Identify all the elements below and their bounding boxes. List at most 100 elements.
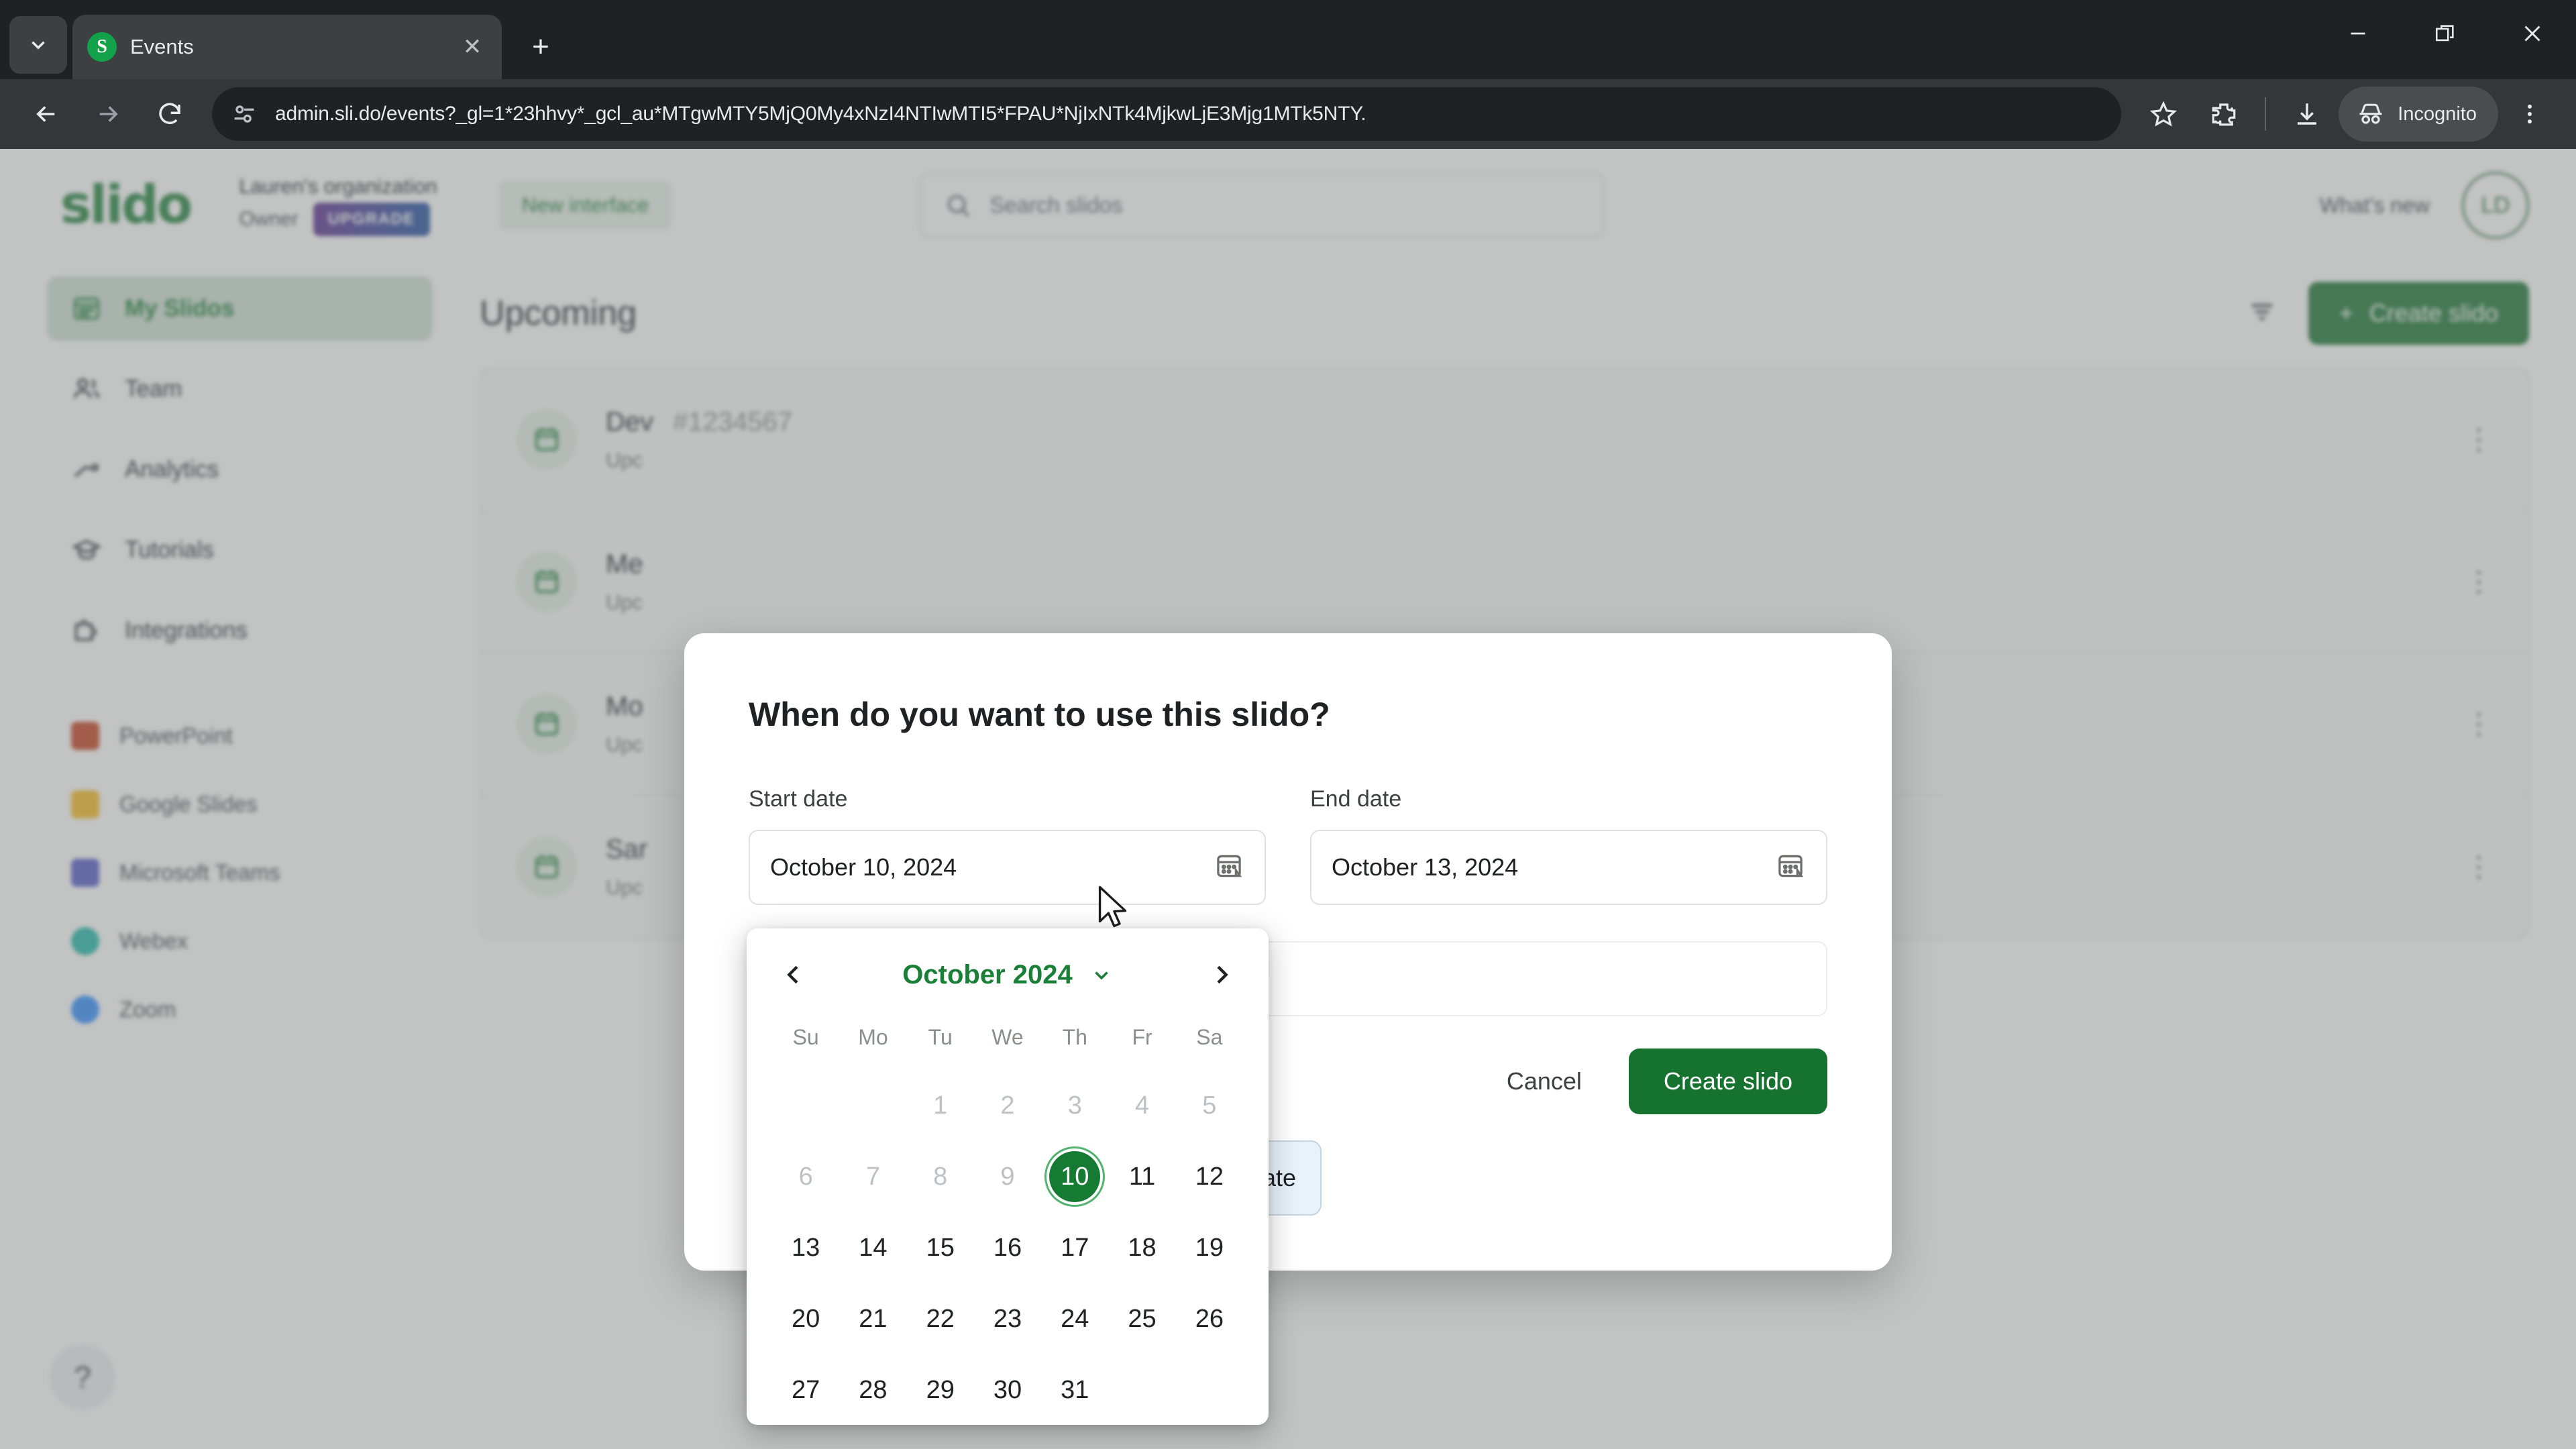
incognito-icon <box>2359 103 2382 124</box>
calendar-day-label: 2 <box>1000 1091 1015 1120</box>
tab-close-icon[interactable]: ✕ <box>458 34 487 60</box>
calendar-day-16[interactable]: 16 <box>974 1212 1041 1283</box>
calendar-day-empty <box>772 1070 839 1141</box>
incognito-indicator[interactable]: Incognito <box>2339 87 2498 142</box>
start-date-label: Start date <box>749 786 848 812</box>
mouse-cursor <box>1095 884 1132 934</box>
address-bar[interactable]: admin.sli.do/events?_gl=1*23hhvy*_gcl_au… <box>212 87 2122 141</box>
calendar-day-26[interactable]: 26 <box>1176 1283 1243 1354</box>
calendar-day-5: 5 <box>1176 1070 1243 1141</box>
toolbar-divider <box>2265 97 2267 131</box>
calendar-day-27[interactable]: 27 <box>772 1354 839 1426</box>
end-date-input[interactable]: October 13, 2024 <box>1310 830 1827 905</box>
window-controls <box>2314 0 2576 67</box>
start-date-value: October 10, 2024 <box>770 853 957 881</box>
site-settings-icon[interactable] <box>229 99 260 129</box>
calendar-day-28[interactable]: 28 <box>839 1354 906 1426</box>
calendar-day-25[interactable]: 25 <box>1108 1283 1175 1354</box>
tab-title: Events <box>130 35 194 58</box>
calendar-day-8: 8 <box>907 1141 974 1212</box>
back-arrow-icon <box>36 106 55 122</box>
download-icon <box>2298 103 2317 125</box>
page-content: slido Lauren's organization Owner UPGRAD… <box>0 149 2576 1449</box>
calendar-day-label: 13 <box>792 1233 820 1262</box>
calendar-day-22[interactable]: 22 <box>907 1283 974 1354</box>
calendar-day-18[interactable]: 18 <box>1108 1212 1175 1283</box>
kebab-menu-icon <box>2527 104 2532 124</box>
close-window-button[interactable] <box>2489 0 2576 67</box>
extensions-button[interactable] <box>2195 85 2253 143</box>
end-date-label: End date <box>1310 786 1402 812</box>
maximize-button[interactable] <box>2402 0 2489 67</box>
forward-button[interactable] <box>79 85 137 143</box>
calendar-day-label: 26 <box>1195 1304 1224 1333</box>
next-month-button[interactable] <box>1200 953 1243 996</box>
calendar-icon[interactable] <box>1775 851 1806 885</box>
calendar-day-24[interactable]: 24 <box>1041 1283 1108 1354</box>
tab-strip: S Events ✕ + <box>0 0 2576 79</box>
start-date-input[interactable]: October 10, 2024 <box>749 830 1266 905</box>
slido-favicon: S <box>87 32 117 62</box>
calendar-day-2: 2 <box>974 1070 1041 1141</box>
calendar-day-label: 17 <box>1061 1233 1089 1262</box>
back-button[interactable] <box>17 85 75 143</box>
calendar-day-label: 16 <box>993 1233 1022 1262</box>
chrome-menu-button[interactable] <box>2501 85 2559 143</box>
month-year-label: October 2024 <box>902 959 1073 989</box>
calendar-day-label: 31 <box>1061 1375 1089 1404</box>
chevron-down-icon <box>1094 971 1108 980</box>
calendar-day-12[interactable]: 12 <box>1176 1141 1243 1212</box>
calendar-day-3: 3 <box>1041 1070 1108 1141</box>
browser-tab-events[interactable]: S Events ✕ <box>72 15 502 79</box>
calendar-day-7: 7 <box>839 1141 906 1212</box>
weekday-header: We <box>991 1025 1024 1049</box>
calendar-day-11[interactable]: 11 <box>1108 1141 1175 1212</box>
calendar-day-label: 21 <box>859 1304 888 1333</box>
calendar-day-29[interactable]: 29 <box>907 1354 974 1426</box>
calendar-day-19[interactable]: 19 <box>1176 1212 1243 1283</box>
calendar-day-20[interactable]: 20 <box>772 1283 839 1354</box>
create-slido-submit-button[interactable]: Create slido <box>1628 1049 1827 1114</box>
end-date-field: End date October 13, 2024 <box>1310 786 1827 905</box>
date-fields-row: Start date October 10, 2024 End date Oct… <box>749 786 1827 905</box>
calendar-day-23[interactable]: 23 <box>974 1283 1041 1354</box>
modal-title: When do you want to use this slido? <box>749 696 1330 733</box>
calendar-day-1: 1 <box>907 1070 974 1141</box>
weekday-header: Mo <box>858 1025 888 1049</box>
calendar-day-empty <box>839 1070 906 1141</box>
previous-month-button[interactable] <box>772 953 815 996</box>
calendar-day-15[interactable]: 15 <box>907 1212 974 1283</box>
bookmark-button[interactable] <box>2135 85 2192 143</box>
minimize-button[interactable] <box>2314 0 2402 67</box>
restore-icon <box>2435 25 2454 42</box>
chevron-left-icon <box>787 965 798 984</box>
calendar-day-label: 8 <box>933 1162 948 1191</box>
calendar-day-label: 6 <box>798 1162 813 1191</box>
calendar-day-label: 27 <box>792 1375 820 1404</box>
chevron-down-icon <box>32 41 45 50</box>
calendar-day-30[interactable]: 30 <box>974 1354 1041 1426</box>
calendar-day-label: 14 <box>859 1233 888 1262</box>
calendar-day-label: 18 <box>1128 1233 1157 1262</box>
calendar-day-21[interactable]: 21 <box>839 1283 906 1354</box>
tab-search-button[interactable] <box>9 16 67 74</box>
calendar-icon[interactable] <box>1214 851 1244 885</box>
calendar-day-10[interactable]: 10 <box>1041 1141 1108 1212</box>
new-tab-button[interactable]: + <box>517 23 565 71</box>
calendar-day-31[interactable]: 31 <box>1041 1354 1108 1426</box>
browser-window: S Events ✕ + admin.sli.do/events?_gl=1*2… <box>0 0 2576 1449</box>
cancel-button[interactable]: Cancel <box>1476 1049 1613 1114</box>
calendar-day-label: 3 <box>1067 1091 1082 1120</box>
reload-button[interactable] <box>141 85 199 143</box>
calendar-day-13[interactable]: 13 <box>772 1212 839 1283</box>
incognito-label: Incognito <box>2398 103 2477 125</box>
calendar-day-9: 9 <box>974 1141 1041 1212</box>
downloads-button[interactable] <box>2278 85 2336 143</box>
calendar-day-label: 23 <box>993 1304 1022 1333</box>
calendar-day-17[interactable]: 17 <box>1041 1212 1108 1283</box>
end-date-value: October 13, 2024 <box>1332 853 1519 881</box>
month-year-selector[interactable]: October 2024 <box>815 960 1200 990</box>
minimize-icon <box>2351 32 2365 35</box>
calendar-day-14[interactable]: 14 <box>839 1212 906 1283</box>
calendar-day-label: 30 <box>993 1375 1022 1404</box>
